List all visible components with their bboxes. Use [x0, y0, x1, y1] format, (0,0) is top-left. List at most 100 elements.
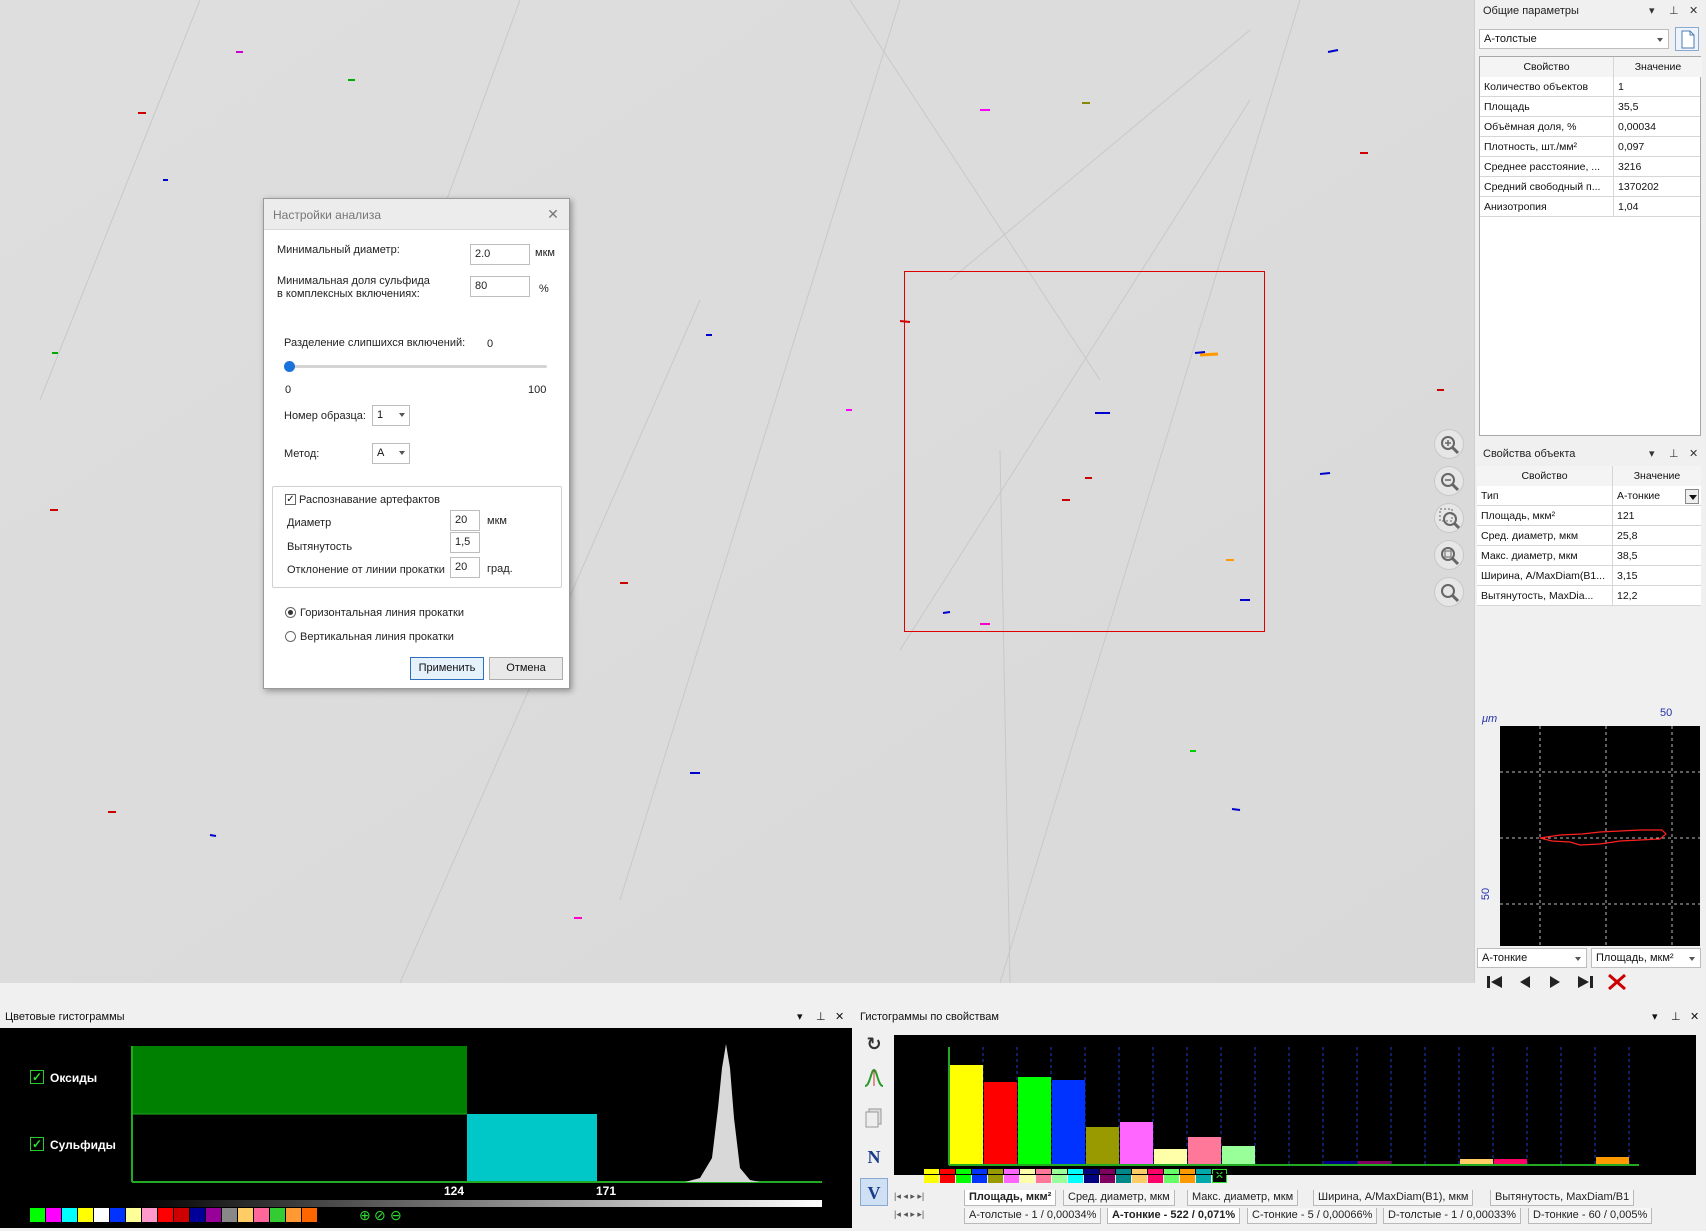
tab[interactable]: C-тонкие - 5 / 0,00066%	[1247, 1208, 1378, 1224]
normalize-button[interactable]: N	[860, 1143, 888, 1171]
sample-number-select[interactable]: 1	[372, 405, 410, 426]
pin-icon[interactable]: ⊥	[1669, 4, 1679, 17]
color-swatch[interactable]	[46, 1208, 61, 1222]
grid-row[interactable]: Среднее расстояние, ... 3216	[1480, 157, 1700, 177]
shape-type-combo[interactable]: A-тонкие	[1477, 948, 1587, 968]
grid-row[interactable]: Объёмная доля, % 0,00034	[1480, 117, 1700, 137]
grid-row[interactable]: Сред. диаметр, мкм 25,8	[1477, 526, 1701, 546]
zoom-in-button[interactable]	[1434, 429, 1464, 459]
artifact-diameter-input[interactable]: 20	[450, 510, 480, 531]
color-swatch[interactable]	[1036, 1169, 1051, 1183]
color-swatch[interactable]	[302, 1208, 317, 1222]
pin-icon[interactable]: ⊥	[816, 1010, 826, 1023]
elongation-input[interactable]: 1,5	[450, 532, 480, 553]
grid-row[interactable]: Плотность, шт./мм² 0,097	[1480, 137, 1700, 157]
dialog-titlebar[interactable]: Настройки анализа ✕	[264, 199, 569, 230]
close-icon[interactable]: ✕	[1689, 4, 1698, 17]
close-icon[interactable]: ✕	[1690, 1010, 1699, 1023]
object-shape-view[interactable]	[1500, 726, 1700, 946]
grid-row[interactable]: Тип A-тонкие	[1477, 486, 1701, 506]
remove-color-icon[interactable]: ⊖	[390, 1207, 402, 1224]
zoom-reset-button[interactable]	[1434, 577, 1464, 607]
volume-button[interactable]: V	[860, 1178, 888, 1206]
oxides-checkbox[interactable]: ✓	[30, 1070, 44, 1084]
grid-row[interactable]: Анизотропия 1,04	[1480, 197, 1700, 217]
color-swatch[interactable]	[238, 1208, 253, 1222]
type-dropdown-button[interactable]	[1685, 489, 1699, 504]
clear-selection-icon[interactable]: ✕	[1212, 1169, 1227, 1183]
tab[interactable]: D-тонкие - 60 / 0,005%	[1528, 1208, 1653, 1224]
color-swatch[interactable]	[94, 1208, 109, 1222]
color-swatch[interactable]	[126, 1208, 141, 1222]
method-select[interactable]: A	[372, 443, 410, 464]
vertical-radio[interactable]	[285, 631, 296, 642]
tab-nav-icons[interactable]: |◂ ◂ ▸ ▸|	[894, 1209, 924, 1220]
next-object-icon[interactable]	[1544, 972, 1566, 992]
grid-row[interactable]: Средний свободный п... 1370202	[1480, 177, 1700, 197]
min-diameter-input[interactable]: 2.0	[470, 244, 530, 265]
color-swatch[interactable]	[1116, 1169, 1131, 1183]
color-swatch[interactable]	[940, 1169, 955, 1183]
shape-property-combo[interactable]: Площадь, мкм²	[1591, 948, 1701, 968]
color-swatch[interactable]	[1004, 1169, 1019, 1183]
sulfides-checkbox[interactable]: ✓	[30, 1137, 44, 1151]
zoom-selection-button[interactable]	[1434, 503, 1464, 533]
pin-icon[interactable]: ⊥	[1669, 447, 1679, 460]
previous-object-icon[interactable]	[1514, 972, 1536, 992]
distribution-icon[interactable]	[860, 1066, 888, 1094]
disable-color-icon[interactable]: ⊘	[374, 1207, 386, 1224]
color-swatch[interactable]	[190, 1208, 205, 1222]
grid-row[interactable]: Ширина, A/MaxDiam(B1... 3,15	[1477, 566, 1701, 586]
class-combo[interactable]: A-толстые	[1479, 29, 1669, 49]
dropdown-icon[interactable]: ▾	[1652, 1010, 1658, 1023]
color-swatch[interactable]	[1180, 1169, 1195, 1183]
grid-row[interactable]: Площадь, мкм² 121	[1477, 506, 1701, 526]
deviation-input[interactable]: 20	[450, 557, 480, 578]
color-swatch[interactable]	[1132, 1169, 1147, 1183]
color-swatch[interactable]	[1196, 1169, 1211, 1183]
separation-slider-thumb[interactable]	[284, 361, 295, 372]
grid-row[interactable]: Вытянутость, MaxDia... 12,2	[1477, 586, 1701, 606]
color-swatch[interactable]	[286, 1208, 301, 1222]
apply-button[interactable]: Применить	[410, 657, 484, 680]
tab[interactable]: A-тонкие - 522 / 0,071%	[1107, 1208, 1241, 1224]
copy-icon[interactable]	[860, 1106, 888, 1134]
tab-nav-icons[interactable]: |◂ ◂ ▸ ▸|	[894, 1191, 924, 1202]
cancel-button[interactable]: Отмена	[489, 657, 563, 680]
first-object-icon[interactable]	[1484, 972, 1506, 992]
tab[interactable]: Площадь, мкм²	[964, 1190, 1057, 1206]
micrograph-view[interactable]	[0, 0, 1474, 983]
color-swatch[interactable]	[110, 1208, 125, 1222]
grid-row[interactable]: Площадь 35,5	[1480, 97, 1700, 117]
dropdown-icon[interactable]: ▾	[1649, 4, 1655, 17]
refresh-icon[interactable]: ↻	[860, 1031, 888, 1059]
horizontal-radio[interactable]	[285, 607, 296, 618]
color-swatch[interactable]	[30, 1208, 45, 1222]
color-swatch[interactable]	[270, 1208, 285, 1222]
color-swatch[interactable]	[158, 1208, 173, 1222]
artifacts-checkbox[interactable]: ✓	[285, 494, 296, 505]
zoom-out-button[interactable]	[1434, 466, 1464, 496]
tab[interactable]: Вытянутость, MaxDiam/B1	[1490, 1190, 1635, 1206]
dropdown-icon[interactable]: ▾	[1649, 447, 1655, 460]
color-swatch[interactable]	[972, 1169, 987, 1183]
color-swatch[interactable]	[78, 1208, 93, 1222]
tab[interactable]: Сред. диаметр, мкм	[1063, 1190, 1175, 1206]
last-object-icon[interactable]	[1574, 972, 1596, 992]
color-swatch[interactable]	[988, 1169, 1003, 1183]
color-swatch[interactable]	[174, 1208, 189, 1222]
class-color-palette[interactable]: ✕	[924, 1169, 1264, 1183]
close-icon[interactable]: ✕	[1689, 447, 1698, 460]
color-swatch[interactable]	[142, 1208, 157, 1222]
color-swatch[interactable]	[222, 1208, 237, 1222]
dropdown-icon[interactable]: ▾	[797, 1010, 803, 1023]
color-swatch[interactable]	[1100, 1169, 1115, 1183]
color-swatch[interactable]	[956, 1169, 971, 1183]
add-color-icon[interactable]: ⊕	[359, 1207, 371, 1224]
tab[interactable]: D-толстые - 1 / 0,00033%	[1383, 1208, 1521, 1224]
tab[interactable]: Макс. диаметр, мкм	[1187, 1190, 1299, 1206]
grid-row[interactable]: Количество объектов 1	[1480, 77, 1700, 97]
property-histogram-area[interactable]: ✕	[894, 1035, 1696, 1183]
selection-rectangle[interactable]	[904, 271, 1265, 632]
sulfide-fraction-input[interactable]: 80	[470, 276, 530, 297]
